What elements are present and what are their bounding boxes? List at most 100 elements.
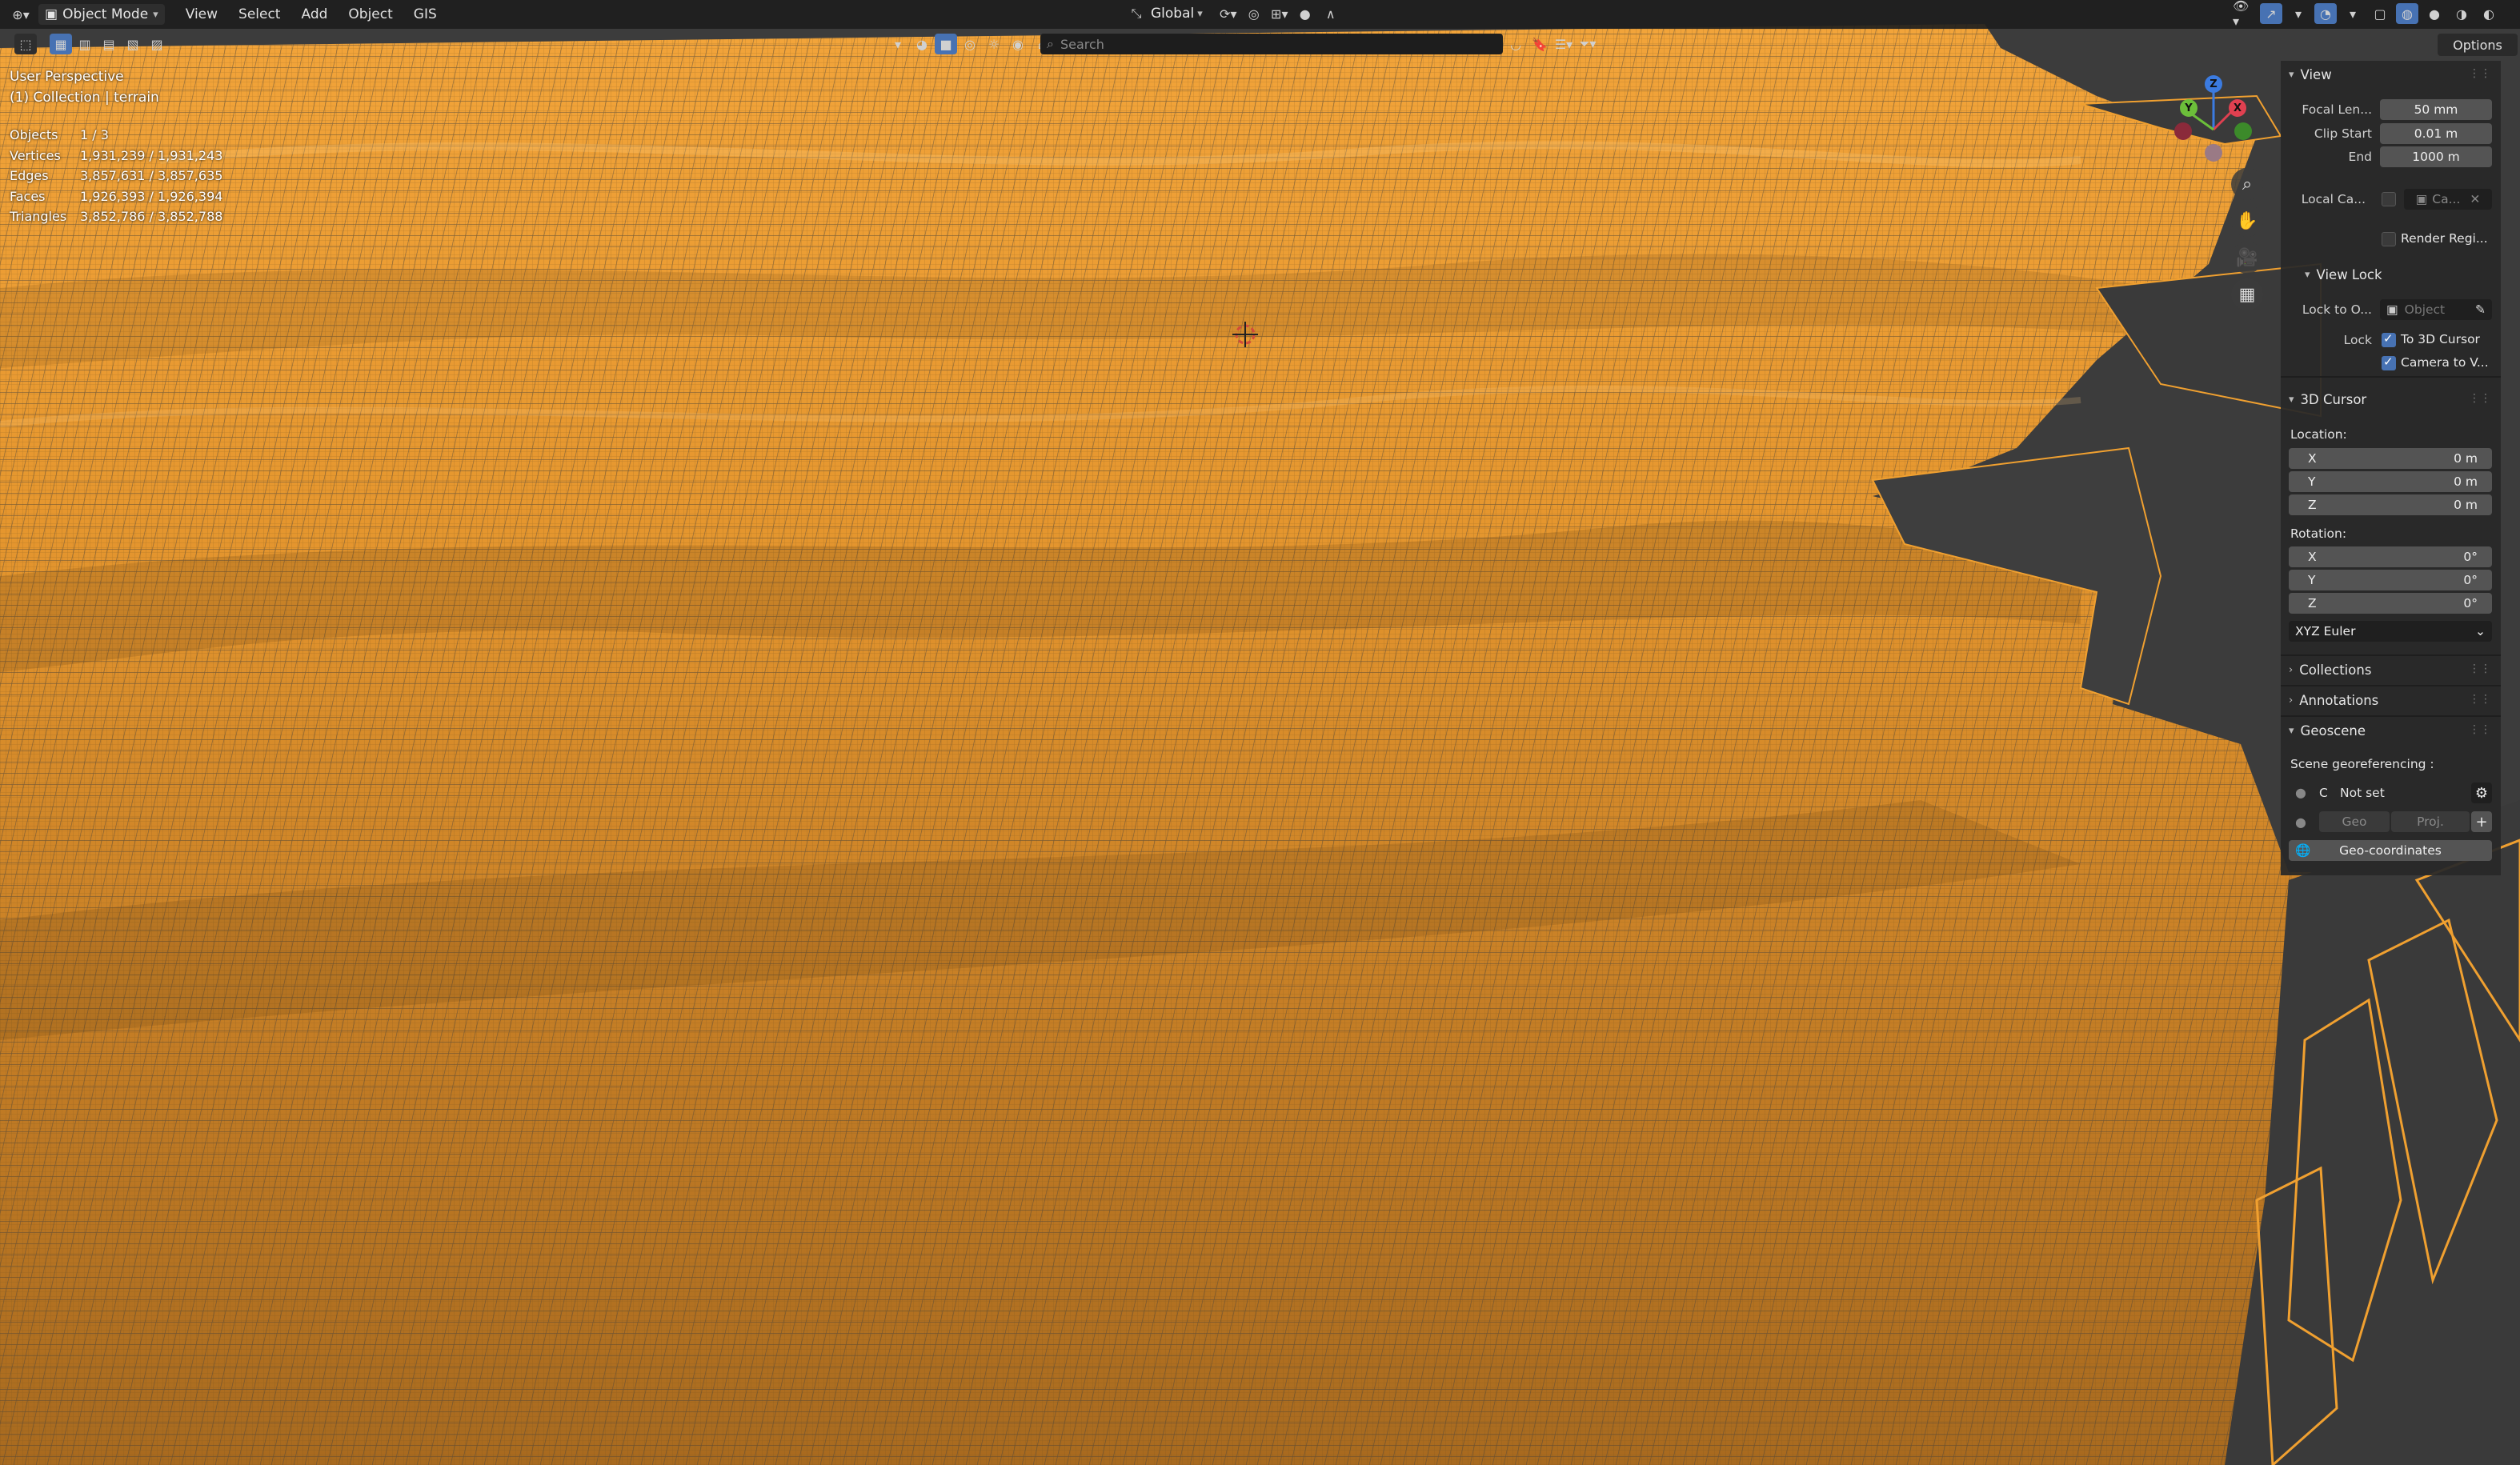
cursor-rotation-x[interactable]: X 0° <box>2289 546 2492 567</box>
proportional-edit-icon[interactable]: ● <box>1294 3 1316 24</box>
drag-handle-icon[interactable]: ⋮⋮ <box>2469 662 2491 675</box>
snap-target-icon[interactable]: ⊞▾ <box>1268 3 1291 24</box>
search-field[interactable]: ⌕ Search <box>1040 34 1503 54</box>
cursor-location-z[interactable]: Z 0 m <box>2289 494 2492 515</box>
panel-title: Annotations <box>2299 693 2379 708</box>
drag-handle-icon[interactable]: ⋮⋮ <box>2469 392 2491 405</box>
material-shading-icon[interactable]: ◑ <box>2450 3 2473 24</box>
gizmo-menu-icon[interactable]: ▾ <box>2287 3 2310 24</box>
cursor-location-y[interactable]: Y 0 m <box>2289 471 2492 492</box>
gear-icon[interactable]: ⚙ <box>2471 783 2492 803</box>
sort-icon[interactable]: ☰▾ <box>1552 34 1575 54</box>
terrain-wireframe[interactable] <box>0 0 2520 1465</box>
visibility-icon[interactable]: 👁▾ <box>2233 0 2255 29</box>
panel-view-lock-header[interactable]: ▾ View Lock <box>2305 267 2382 282</box>
lock-to-cursor-checkbox[interactable] <box>2382 331 2396 347</box>
funnel-icon[interactable]: ⏷▾ <box>1577 34 1599 54</box>
panel-view-header[interactable]: ▾ View <box>2289 67 2332 82</box>
options-button[interactable]: Options <box>2438 34 2518 56</box>
viewport-info: User Perspective (1) Collection | terrai… <box>10 69 159 106</box>
pan-hand-icon[interactable]: ✋ <box>2231 205 2263 237</box>
rotation-mode-select[interactable]: XYZ Euler ⌄ <box>2289 621 2492 642</box>
falloff-icon[interactable]: ∧ <box>1320 3 1342 24</box>
navigation-gizmo[interactable]: Z X Y <box>2161 72 2257 168</box>
light-filter-icon[interactable]: ☼ <box>983 34 1005 54</box>
panel-annotations-header[interactable]: › Annotations <box>2289 693 2378 708</box>
cursor-location-x[interactable]: X 0 m <box>2289 448 2492 469</box>
render-region-checkbox[interactable] <box>2382 232 2396 246</box>
camera-view-icon[interactable]: 🎥 <box>2231 242 2263 274</box>
menu-gis[interactable]: GIS <box>414 6 437 22</box>
axis-x[interactable]: X <box>2229 99 2246 117</box>
local-camera-field[interactable]: ▣ Ca... ✕ <box>2404 189 2492 210</box>
transform-orientation[interactable]: Global <box>1151 6 1194 22</box>
panel-collections-header[interactable]: › Collections <box>2289 662 2371 678</box>
bookmark-icon[interactable]: 🔖 <box>1528 34 1551 54</box>
curve-filter-icon[interactable]: ◎ <box>959 34 981 54</box>
solid-shading-icon[interactable]: ● <box>2423 3 2446 24</box>
lock-object-placeholder: Object <box>2404 302 2446 317</box>
clip-end-field[interactable]: 1000 m <box>2380 146 2492 167</box>
select-invert-icon[interactable]: ▧ <box>122 34 144 54</box>
3d-viewport[interactable] <box>0 0 2520 1465</box>
snap-icon[interactable]: ◎ <box>1243 3 1265 24</box>
filter-chevron-icon[interactable]: ▾ <box>887 34 909 54</box>
panel-3d-cursor-header[interactable]: ▾ 3D Cursor <box>2289 392 2366 407</box>
pivot-icon[interactable]: ⟳▾ <box>1217 3 1240 24</box>
overlay-menu-icon[interactable]: ▾ <box>2342 3 2364 24</box>
globe-icon: 🌐 <box>2295 843 2311 858</box>
axis-y[interactable]: Y <box>2180 99 2197 117</box>
menu-view[interactable]: View <box>186 6 218 22</box>
camera-filter-icon[interactable]: ◉ <box>1007 34 1029 54</box>
axis-z[interactable]: Z <box>2205 75 2222 93</box>
menu-add[interactable]: Add <box>301 6 327 22</box>
scene-statistics: Objects 1 / 3 Vertices 1,931,239 / 1,931,2… <box>10 125 222 227</box>
drag-handle-icon[interactable]: ⋮⋮ <box>2469 723 2491 736</box>
perspective-toggle-icon[interactable]: ▦ <box>2231 278 2263 310</box>
axis-label: X <box>2308 550 2317 564</box>
menu-object[interactable]: Object <box>348 6 392 22</box>
camera-object-icon: ▣ <box>2415 192 2428 206</box>
stat-label: Edges <box>10 168 49 184</box>
eyedropper-icon[interactable]: ✎ <box>2475 302 2486 317</box>
rendered-shading-icon[interactable]: ◐ <box>2478 3 2500 24</box>
focal-length-field[interactable]: 50 mm <box>2380 99 2492 120</box>
gizmo-toggle-icon[interactable]: ↗ <box>2260 3 2282 24</box>
filter-extra-icon[interactable]: ◡ <box>1504 34 1527 54</box>
axis-neg-z[interactable] <box>2205 144 2222 162</box>
local-camera-checkbox[interactable] <box>2382 192 2396 206</box>
axis-neg-y[interactable] <box>2234 122 2252 140</box>
geo-button[interactable]: Geo <box>2319 811 2390 832</box>
mesh-filter-icon[interactable]: ■ <box>935 34 957 54</box>
mode-selector[interactable]: ▣ Object Mode ▾ <box>38 4 165 25</box>
drag-handle-icon[interactable]: ⋮⋮ <box>2469 693 2491 706</box>
geo-coordinates-button[interactable]: 🌐 Geo-coordinates <box>2289 840 2492 861</box>
clip-start-field[interactable]: 0.01 m <box>2380 123 2492 144</box>
overlay-toggle-icon[interactable]: ◔ <box>2314 3 2337 24</box>
select-tool-icon[interactable]: ⬚ <box>14 34 37 54</box>
stat-value: 3,857,631 / 3,857,635 <box>80 168 223 184</box>
object-types-icon[interactable]: ◕ <box>911 34 933 54</box>
select-subtract-icon[interactable]: ▤ <box>98 34 120 54</box>
stat-value: 3,852,786 / 3,852,788 <box>80 209 223 225</box>
select-new-icon[interactable]: ▦ <box>50 34 72 54</box>
select-intersect-icon[interactable]: ▨ <box>146 34 168 54</box>
cursor-rotation-y[interactable]: Y 0° <box>2289 570 2492 590</box>
axis-neg-x[interactable] <box>2174 122 2192 140</box>
plus-icon[interactable]: + <box>2471 811 2492 832</box>
wireframe-shading-icon[interactable]: ◍ <box>2396 3 2418 24</box>
crs-value: Not set <box>2340 786 2385 800</box>
lock-to-object-field[interactable]: ▣ Object ✎ <box>2380 299 2492 320</box>
camera-to-view-checkbox[interactable] <box>2382 354 2396 370</box>
editor-type-icon[interactable]: ⊕▾ <box>10 4 32 25</box>
close-icon[interactable]: ✕ <box>2470 192 2480 206</box>
panel-geoscene-header[interactable]: ▾ Geoscene <box>2289 723 2366 739</box>
select-extend-icon[interactable]: ▥ <box>74 34 96 54</box>
xray-icon[interactable]: ▢ <box>2369 3 2391 24</box>
drag-handle-icon[interactable]: ⋮⋮ <box>2469 67 2491 80</box>
proj-button[interactable]: Proj. <box>2391 811 2470 832</box>
menu-select[interactable]: Select <box>238 6 280 22</box>
zoom-icon[interactable]: ⌕ <box>2231 168 2263 200</box>
chevron-down-icon: ▾ <box>2289 394 2294 406</box>
cursor-rotation-z[interactable]: Z 0° <box>2289 593 2492 614</box>
